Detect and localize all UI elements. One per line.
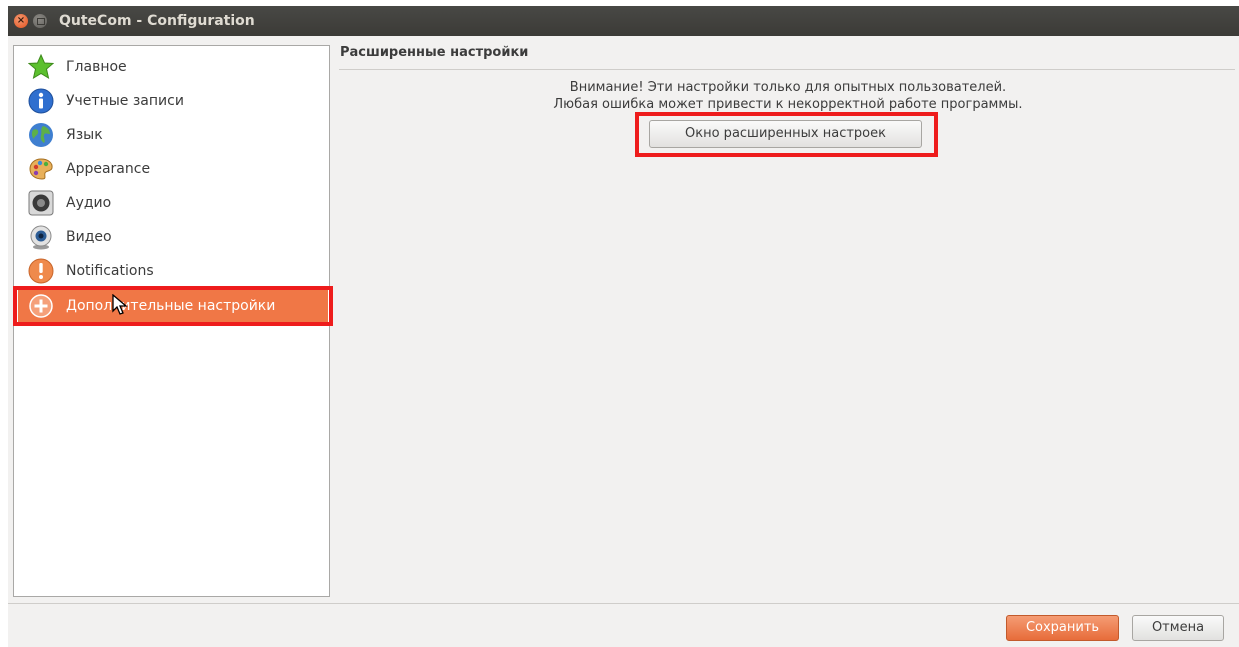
sidebar-item-language[interactable]: Язык [18, 118, 328, 152]
star-icon [28, 54, 54, 80]
sidebar-item-general[interactable]: Главное [18, 50, 328, 84]
sidebar-item-label: Аудио [66, 195, 112, 211]
sidebar-item-label: Главное [66, 59, 127, 75]
save-button[interactable]: Сохранить [1006, 615, 1119, 641]
sidebar-item-label: Notifications [66, 263, 154, 279]
sidebar-item-advanced-settings[interactable]: Дополнительные настройки [18, 289, 328, 323]
settings-sidebar: Главное Учетные записи Язык Appearance А [13, 45, 330, 597]
window-minimize-button[interactable] [33, 14, 47, 28]
webcam-icon [28, 224, 54, 250]
page-title: Расширенные настройки [340, 45, 529, 60]
sidebar-item-appearance[interactable]: Appearance [18, 152, 328, 186]
sidebar-item-accounts[interactable]: Учетные записи [18, 84, 328, 118]
globe-icon [28, 122, 54, 148]
configuration-window: × QuteCom - Configuration Главное Учетны… [8, 6, 1239, 647]
speaker-icon [28, 190, 54, 216]
sidebar-item-label: Учетные записи [66, 93, 184, 109]
mouse-cursor-icon [112, 293, 128, 320]
sidebar-item-label: Дополнительные настройки [66, 298, 276, 314]
footer-divider [8, 603, 1239, 604]
warning-text-line-2: Любая ошибка может привести к некорректн… [553, 97, 1023, 112]
window-title: QuteCom - Configuration [59, 13, 255, 29]
sidebar-item-video[interactable]: Видео [18, 220, 328, 254]
window-close-button[interactable]: × [14, 14, 28, 28]
advanced-settings-window-button[interactable]: Окно расширенных настроек [649, 120, 922, 148]
title-divider [339, 69, 1235, 70]
warning-icon [28, 258, 54, 284]
sidebar-item-label: Видео [66, 229, 112, 245]
sidebar-item-notifications[interactable]: Notifications [18, 254, 328, 288]
sidebar-item-label: Appearance [66, 161, 151, 177]
palette-icon [28, 156, 54, 182]
info-icon [28, 88, 54, 114]
warning-text-line-1: Внимание! Эти настройки только для опытн… [569, 80, 1007, 95]
cancel-button[interactable]: Отмена [1132, 615, 1224, 641]
plus-circle-icon [28, 293, 54, 319]
title-bar: × QuteCom - Configuration [8, 6, 1239, 36]
sidebar-item-audio[interactable]: Аудио [18, 186, 328, 220]
sidebar-item-label: Язык [66, 127, 103, 143]
